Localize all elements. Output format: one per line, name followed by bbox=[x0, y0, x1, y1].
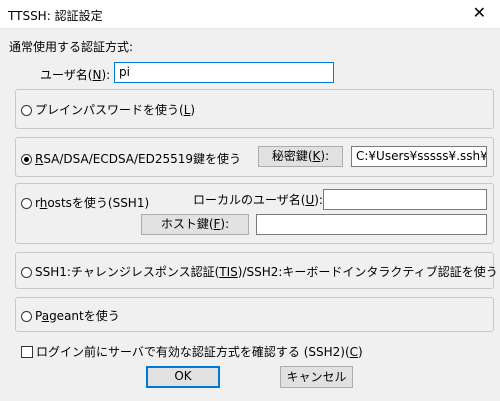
local-user-label: ローカルのユーザ名(U): bbox=[193, 193, 323, 207]
radio-icon bbox=[21, 105, 32, 116]
radio-icon bbox=[21, 311, 32, 322]
checkbox-icon bbox=[21, 346, 33, 358]
username-label: ユーザ名(N): bbox=[40, 68, 111, 82]
rhosts-radio[interactable]: rhostsを使う(SSH1) bbox=[21, 194, 149, 211]
close-icon[interactable]: ✕ bbox=[473, 3, 486, 23]
title-bar: TTSSH: 認証設定 ✕ bbox=[0, 0, 500, 29]
window-title: TTSSH: 認証設定 bbox=[8, 9, 103, 23]
host-key-button[interactable]: ホスト鍵(F): bbox=[141, 214, 249, 235]
check-auth-methods-checkbox[interactable]: ログイン前にサーバで有効な認証方式を確認する (SSH2)(C) bbox=[21, 343, 363, 360]
radio-checked-icon bbox=[21, 154, 32, 165]
auth-section-label: 通常使用する認証方式: bbox=[9, 40, 134, 54]
host-key-input[interactable] bbox=[256, 214, 487, 235]
radio-icon bbox=[21, 267, 32, 278]
ok-button[interactable]: OK bbox=[146, 366, 220, 388]
local-user-input[interactable] bbox=[323, 189, 487, 210]
cancel-button[interactable]: キャンセル bbox=[280, 366, 353, 388]
keyboard-interactive-radio[interactable]: SSH1:チャレンジレスポンス認証(TIS)/SSH2:キーボードインタラクティ… bbox=[21, 263, 498, 280]
username-input[interactable]: pi bbox=[114, 62, 334, 83]
radio-icon bbox=[21, 198, 32, 209]
private-key-path-input[interactable]: C:¥Users¥sssss¥.ssh¥id_r bbox=[351, 146, 487, 167]
rsa-radio[interactable]: RSA/DSA/ECDSA/ED25519鍵を使う bbox=[21, 150, 241, 167]
private-key-button[interactable]: 秘密鍵(K): bbox=[258, 146, 343, 167]
pageant-radio[interactable]: Pageantを使う bbox=[21, 307, 120, 324]
password-radio[interactable]: プレインパスワードを使う(L) bbox=[21, 101, 195, 118]
